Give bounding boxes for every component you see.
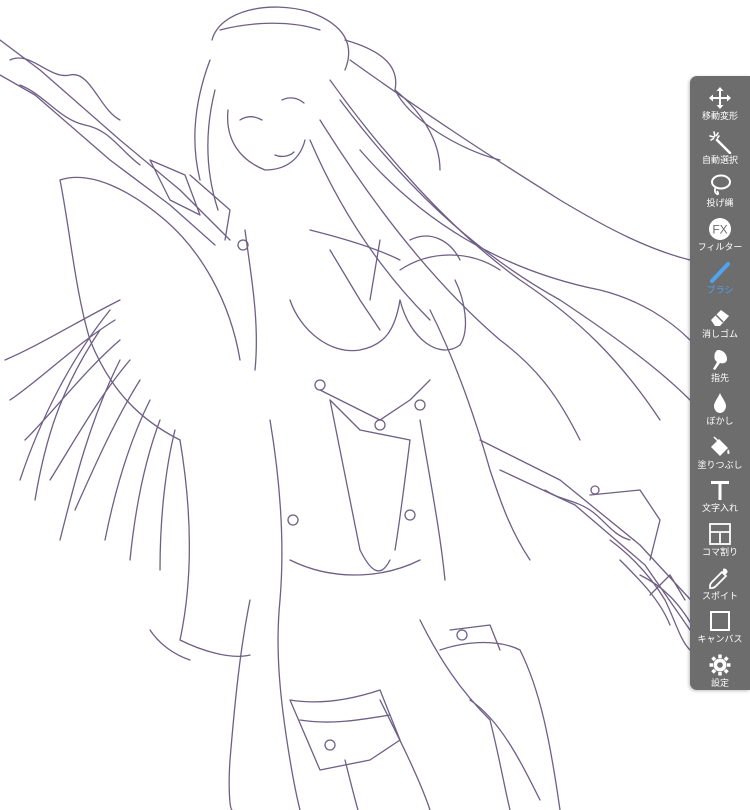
tool-canvas-button[interactable]: キャンバス (690, 607, 750, 651)
tool-gear-button[interactable]: 設定 (690, 651, 750, 695)
tool-label: スポイト (701, 591, 738, 602)
tool-label: 自動選択 (701, 155, 738, 166)
tool-label: 移動変形 (701, 112, 738, 122)
tool-label: 塗りつぶし (697, 460, 743, 471)
tool-move-button[interactable]: 移動変形 (690, 84, 750, 128)
tool-label: 指先 (710, 373, 729, 384)
stud-sketch (237, 239, 600, 751)
tool-palette: 移動変形 自動選択 投げ縄 FX フィルター ブラシ 消しゴム指先ぼかし 塗りつぶ… (690, 76, 750, 690)
panel-divide-icon (709, 523, 731, 545)
gear-icon (709, 654, 731, 676)
tool-label: フィルター (697, 242, 743, 253)
tool-blur-drop-button[interactable]: ぼかし (690, 389, 750, 433)
tool-panel-divide-button[interactable]: コマ割り (690, 520, 750, 564)
tool-label: 投げ縄 (706, 199, 734, 210)
sleeve-sketch (59, 176, 531, 661)
tool-magic-wand-button[interactable]: 自動選択 (690, 128, 750, 172)
text-icon (711, 481, 729, 501)
head-sketch (211, 6, 501, 171)
canvas-icon (710, 611, 730, 632)
tool-label: 文字入れ (701, 504, 738, 515)
tool-text-button[interactable]: 文字入れ (690, 476, 750, 520)
tool-fx-filter-button[interactable]: FX フィルター (690, 215, 750, 259)
tool-eraser-button[interactable]: 消しゴム (690, 302, 750, 346)
tool-label: 消しゴム (701, 330, 738, 340)
magic-wand-icon (709, 130, 732, 154)
spear-lower-sketch (479, 439, 701, 641)
eraser-icon (711, 310, 729, 326)
tool-finger-smudge-button[interactable]: 指先 (690, 346, 750, 390)
tool-bucket-fill-button[interactable]: 塗りつぶし (690, 433, 750, 477)
tool-brush-button[interactable]: ブラシ (690, 258, 750, 302)
finger-smudge-icon (713, 349, 727, 370)
hair-sketch (194, 59, 691, 441)
tool-label: コマ割り (701, 548, 738, 558)
bucket-fill-icon (711, 436, 730, 456)
brush-icon (710, 262, 730, 284)
tool-label: キャンバス (697, 635, 743, 646)
tool-label: ブラシ (706, 286, 734, 297)
fx-filter-icon: FX (709, 217, 731, 240)
lasso-icon (711, 174, 731, 196)
svg-text:FX: FX (712, 222, 727, 236)
eyedropper-icon (709, 568, 728, 589)
tool-lasso-button[interactable]: 投げ縄 (690, 171, 750, 215)
blur-drop-icon (714, 393, 726, 414)
drawing-canvas[interactable] (0, 0, 750, 810)
tool-label: 設定 (710, 678, 729, 689)
torso-sketch (244, 229, 467, 601)
move-icon (709, 87, 731, 109)
legs-sketch (228, 599, 561, 810)
tool-label: ぼかし (706, 417, 734, 428)
tool-eyedropper-button[interactable]: スポイト (690, 564, 750, 608)
